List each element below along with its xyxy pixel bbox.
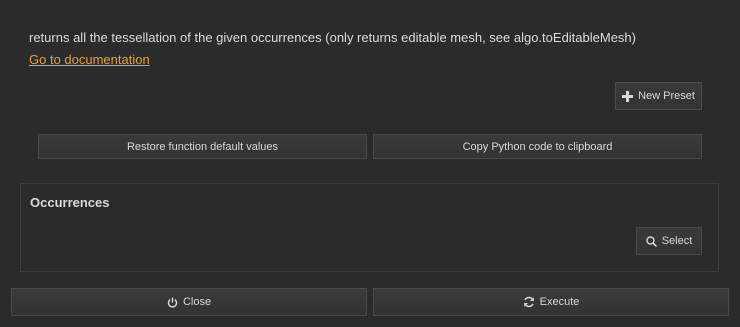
- new-preset-label: New Preset: [638, 90, 695, 102]
- execute-button[interactable]: Execute: [373, 288, 729, 316]
- copy-python-button[interactable]: Copy Python code to clipboard: [373, 134, 702, 159]
- select-button[interactable]: Select: [636, 227, 702, 255]
- search-icon: [646, 235, 657, 247]
- new-preset-button[interactable]: New Preset: [615, 82, 702, 110]
- power-icon: [167, 297, 178, 308]
- copy-python-label: Copy Python code to clipboard: [462, 140, 613, 153]
- execute-label: Execute: [539, 296, 580, 308]
- occurrences-title: Occurrences: [30, 195, 110, 210]
- select-label: Select: [661, 235, 693, 247]
- close-button[interactable]: Close: [11, 288, 367, 316]
- restore-defaults-button[interactable]: Restore function default values: [38, 134, 367, 159]
- function-description: returns all the tessellation of the give…: [29, 30, 636, 45]
- refresh-icon: [523, 296, 535, 308]
- documentation-link[interactable]: Go to documentation: [29, 52, 150, 67]
- function-dialog: returns all the tessellation of the give…: [0, 0, 740, 327]
- occurrences-panel: Occurrences Select: [20, 183, 719, 272]
- plus-icon: [622, 90, 634, 102]
- restore-defaults-label: Restore function default values: [126, 140, 279, 153]
- close-label: Close: [182, 296, 212, 308]
